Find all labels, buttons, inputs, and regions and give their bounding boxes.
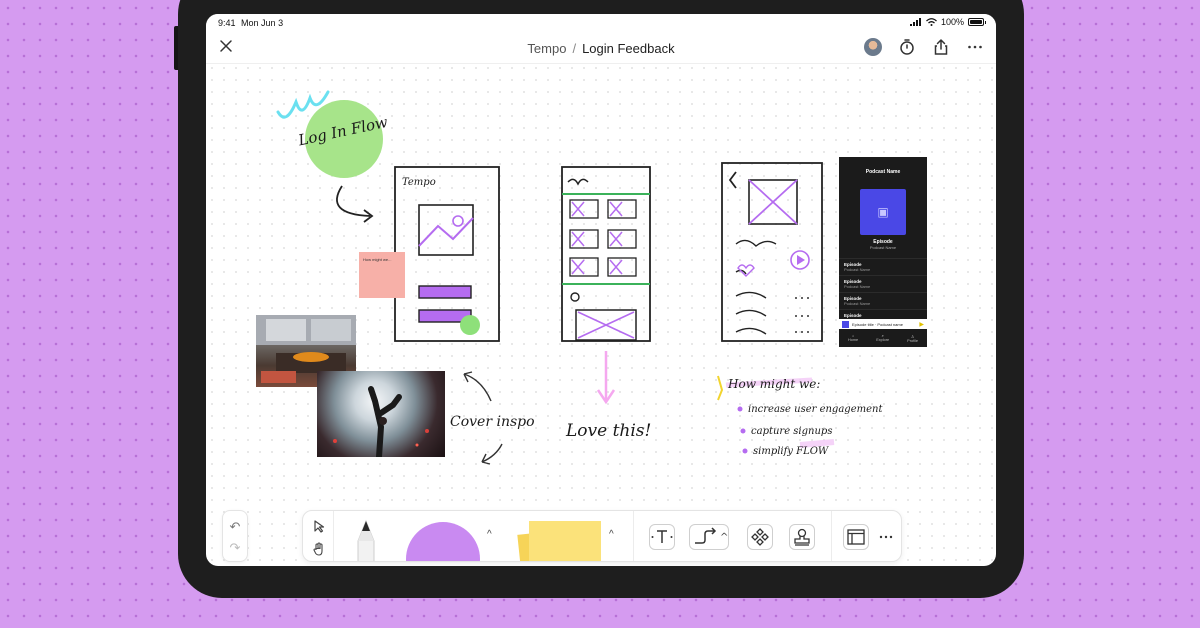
history-toolbar: ↶ ↷ (222, 510, 248, 562)
component-tool[interactable] (747, 524, 773, 550)
top-actions (864, 38, 984, 56)
breadcrumb-project[interactable]: Tempo (527, 41, 566, 56)
hmw-item-2: capture signups (751, 426, 832, 437)
hmw-list[interactable]: How might we: increase user engagement c… (717, 375, 883, 457)
connector-icon: ^ (695, 527, 728, 544)
undo-icon[interactable]: ↶ (228, 520, 242, 534)
redo-icon[interactable]: ↷ (228, 541, 242, 555)
select-icon[interactable] (312, 519, 326, 533)
cover-inspo-note[interactable]: Cover inspo (450, 414, 535, 430)
mock-tab-label: Profile (907, 338, 918, 343)
wireframe-login[interactable]: Tempo (394, 166, 500, 342)
sticky-note[interactable]: How might we... (359, 252, 405, 298)
section-tool[interactable] (843, 524, 869, 550)
date: Mon Jun 3 (241, 18, 284, 28)
love-this-note[interactable]: Love this! (565, 421, 651, 441)
mock-tab-profile: ♙ Profile (907, 334, 918, 343)
breadcrumb-separator: / (572, 41, 577, 56)
arrow-up-left (463, 373, 492, 402)
player-text: Episode title · Podcast name (852, 321, 903, 327)
mock-tab-label: Home (848, 338, 859, 342)
timer-icon[interactable] (898, 38, 916, 56)
connector-tool[interactable]: ^ (689, 524, 729, 550)
podcast-app-mock[interactable]: Podcast Name ▣ Episode Podcast Name Epis… (839, 157, 927, 347)
list-item: EpisodePodcast Name (839, 258, 927, 275)
row-sub: Podcast Name (844, 284, 871, 289)
hand-icon[interactable] (311, 541, 327, 557)
episode-subtitle: Podcast Name (869, 245, 897, 250)
battery-icon (968, 18, 986, 26)
pink-down-arrow (596, 351, 616, 405)
hmw-title: How might we: (727, 377, 820, 391)
text-tool[interactable] (649, 524, 675, 550)
stamp-tool[interactable] (789, 524, 815, 550)
wireframe-grid[interactable] (561, 166, 651, 342)
app-screen: 9:41 Mon Jun 3 100% Tempo / Login Feedback (206, 14, 996, 566)
avatar[interactable] (864, 38, 882, 56)
login-flow-sticker[interactable]: Log In Flow (296, 100, 390, 178)
shape-chevron-icon[interactable]: ^ (487, 529, 492, 540)
text-icon (651, 530, 673, 543)
row-sub: Podcast Name (844, 301, 871, 306)
hmw-item-1: increase user engagement (748, 404, 883, 415)
sticky-tool[interactable] (515, 519, 605, 562)
mock-tab-bar: ⌂ Home ⌕ Explore ♙ Profile (839, 329, 927, 347)
player-title: Episode title (852, 321, 874, 327)
more-icon[interactable] (966, 38, 984, 56)
arrow-down-left (481, 443, 503, 463)
image-icon: ▣ (860, 189, 906, 235)
shape-tool[interactable] (405, 521, 481, 562)
list-item: EpisodePodcast Name (839, 292, 927, 309)
photo-concert-art (333, 386, 429, 457)
share-icon[interactable] (932, 38, 950, 56)
top-bar: Tempo / Login Feedback (206, 32, 996, 64)
player-sub: Podcast name (877, 321, 903, 327)
component-icon (751, 528, 769, 546)
battery-percent: 100% (940, 17, 964, 27)
whiteboard-canvas[interactable]: Log In Flow Tempo Love this! Cover inspo… (206, 64, 996, 566)
signal-icon (909, 18, 921, 26)
wireframe-player[interactable] (721, 162, 823, 342)
hmw-item-3: simplify FLOW (753, 446, 829, 457)
toolbar-divider (831, 511, 832, 561)
pen-tool[interactable] (351, 519, 381, 562)
player-thumb (842, 320, 849, 328)
play-icon: ▶ (919, 321, 924, 328)
photo-concert[interactable] (317, 371, 445, 457)
mock-tab-label: Explore (876, 338, 890, 342)
toolbar-divider (333, 511, 334, 561)
status-bar: 9:41 Mon Jun 3 100% (206, 14, 996, 32)
main-toolbar: ^ ^ ^ (302, 510, 902, 562)
status-icons: 100% (909, 17, 986, 27)
podcast-title: Podcast Name (865, 169, 901, 175)
row-sub: Podcast Name (844, 267, 871, 272)
wifi-icon (926, 18, 937, 26)
wireframe-title: Tempo (402, 177, 436, 188)
stamp-icon (794, 528, 810, 546)
toolbar-divider (633, 511, 634, 561)
clock: 9:41 (218, 18, 236, 28)
sticky-chevron-icon[interactable]: ^ (609, 529, 614, 540)
breadcrumb-file[interactable]: Login Feedback (582, 41, 675, 56)
mock-tab-explore: ⌕ Explore (876, 334, 890, 342)
status-time: 9:41 Mon Jun 3 (218, 18, 283, 28)
svg-text:^: ^ (720, 532, 728, 543)
mock-tab-home: ⌂ Home (848, 334, 859, 342)
list-item: EpisodePodcast Name (839, 275, 927, 292)
more-icon[interactable] (879, 530, 893, 544)
section-icon (847, 529, 865, 545)
mini-player: Episode title · Podcast name ▶ (839, 319, 927, 329)
